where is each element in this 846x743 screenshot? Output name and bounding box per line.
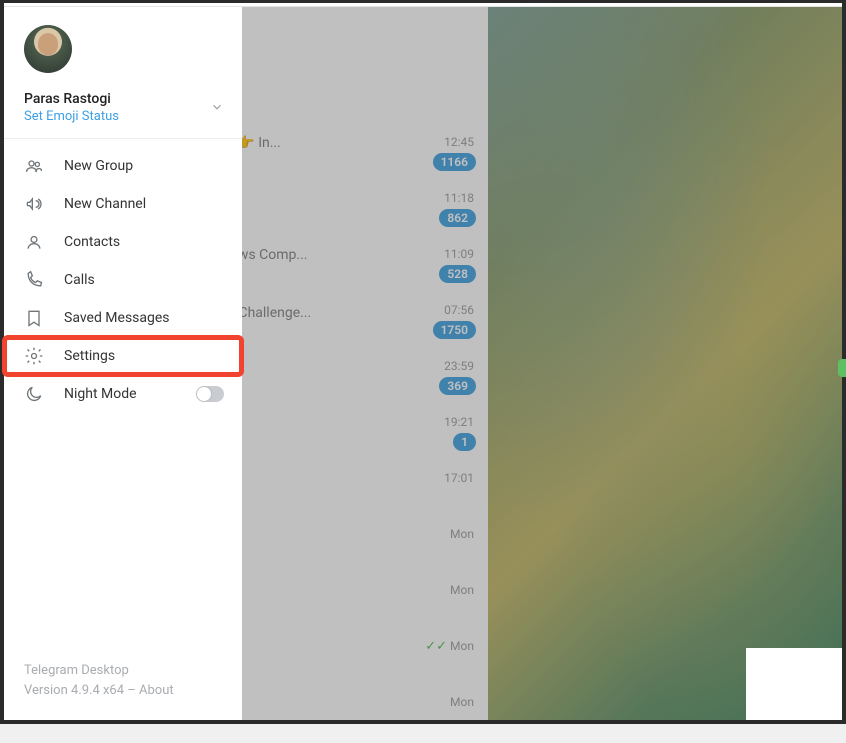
- chat-time: 19:21: [444, 415, 474, 429]
- chat-time: ✓✓Mon: [425, 639, 474, 654]
- megaphone-icon: [24, 194, 44, 214]
- profile-header[interactable]: Paras Rastogi Set Emoji Status: [4, 7, 242, 139]
- menu-label: Settings: [64, 348, 115, 364]
- unread-badge: 1166: [433, 153, 476, 171]
- side-indicator: [838, 359, 846, 377]
- chevron-down-icon[interactable]: [210, 99, 224, 118]
- gear-icon: [24, 346, 44, 366]
- menu-item-calls[interactable]: Calls: [4, 261, 242, 299]
- unread-badge: 1: [453, 433, 476, 451]
- chat-time: 12:45: [444, 135, 474, 149]
- bookmark-icon: [24, 308, 44, 328]
- overlay-patch: [746, 648, 842, 720]
- chat-background: [488, 7, 842, 720]
- moon-icon: [24, 384, 44, 404]
- chat-time: Mon: [450, 695, 474, 709]
- chat-time: 17:01: [444, 471, 474, 485]
- sidebar-menu: New Group New Channel Contacts Calls: [4, 139, 242, 421]
- sidebar-footer: Telegram Desktop Version 4.9.4 x64 – Abo…: [4, 661, 242, 720]
- profile-name: Paras Rastogi: [24, 91, 222, 107]
- user-icon: [24, 232, 44, 252]
- phone-icon: [24, 270, 44, 290]
- menu-label: New Group: [64, 158, 133, 174]
- menu-item-new-channel[interactable]: New Channel: [4, 185, 242, 223]
- menu-item-settings[interactable]: Settings: [4, 337, 242, 375]
- app-name: Telegram Desktop: [24, 661, 222, 681]
- main-menu-sidebar: Paras Rastogi Set Emoji Status New Group…: [4, 7, 242, 720]
- set-emoji-status-link[interactable]: Set Emoji Status: [24, 109, 222, 124]
- night-mode-toggle[interactable]: [196, 386, 224, 402]
- chat-time: 07:56: [444, 303, 474, 317]
- unread-badge: 369: [439, 377, 476, 395]
- menu-item-new-group[interactable]: New Group: [4, 147, 242, 185]
- chat-time: Mon: [450, 527, 474, 541]
- app-version[interactable]: Version 4.9.4 x64 – About: [24, 681, 222, 701]
- menu-label: New Channel: [64, 196, 146, 212]
- menu-label: Night Mode: [64, 386, 137, 402]
- menu-label: Saved Messages: [64, 310, 170, 326]
- chat-time: Mon: [450, 583, 474, 597]
- unread-badge: 862: [439, 209, 476, 227]
- unread-badge: 1750: [433, 321, 476, 339]
- chat-time: 11:09: [444, 247, 474, 261]
- unread-badge: 528: [439, 265, 476, 283]
- menu-label: Contacts: [64, 234, 120, 250]
- menu-item-night-mode[interactable]: Night Mode: [4, 375, 242, 413]
- chat-time: 11:18: [444, 191, 474, 205]
- avatar[interactable]: [24, 25, 72, 73]
- menu-label: Calls: [64, 272, 95, 288]
- menu-item-saved-messages[interactable]: Saved Messages: [4, 299, 242, 337]
- check-icon: ✓✓: [425, 639, 447, 654]
- menu-item-contacts[interactable]: Contacts: [4, 223, 242, 261]
- chat-time: 23:59: [444, 359, 474, 373]
- group-icon: [24, 156, 44, 176]
